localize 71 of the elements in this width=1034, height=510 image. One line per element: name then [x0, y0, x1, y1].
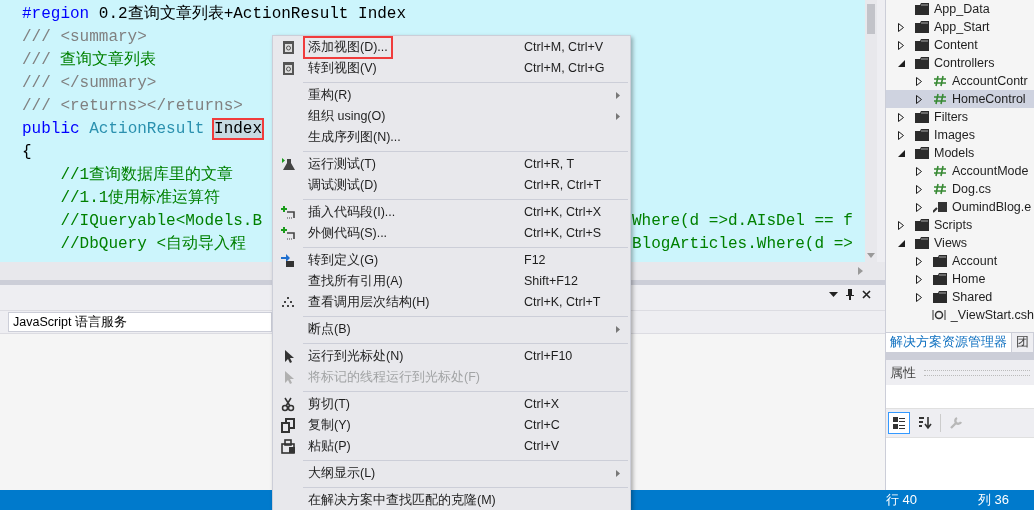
- column-number: 列 36: [978, 491, 1010, 510]
- code-token: //DbQuery <自动导入程: [59, 235, 247, 253]
- tree-item-label: Account: [952, 252, 998, 270]
- tree-item-label: Shared: [952, 288, 993, 306]
- shortcut-text: F12: [524, 252, 546, 270]
- code-token: #region: [22, 5, 90, 23]
- shortcut-text: Ctrl+V: [524, 438, 560, 456]
- tree-item-label: OumindBlog.e: [952, 198, 1032, 216]
- tree-item-label: AccountContr: [952, 72, 1028, 90]
- panel-title: 属性: [890, 363, 916, 382]
- menu-label: 生成序列图(N)...: [307, 129, 402, 146]
- menu-label: 添加视图(D)...: [303, 36, 393, 59]
- code-token: /// <returns></returns>: [22, 97, 243, 115]
- menu-label: 断点(B): [307, 321, 352, 338]
- tree-item-label: Scripts: [934, 216, 973, 234]
- tree-item-label: Home: [952, 270, 986, 288]
- shortcut-text: Ctrl+M, Ctrl+V: [524, 39, 604, 57]
- shortcut-text: Ctrl+X: [524, 396, 560, 414]
- line-number: 行 40: [886, 491, 919, 510]
- shortcut-text: Shift+F12: [524, 273, 578, 291]
- menu-label: 粘贴(P): [307, 438, 352, 455]
- menu-label: 转到视图(V): [307, 60, 378, 77]
- shortcut-text: Ctrl+M, Ctrl+G: [524, 60, 605, 78]
- code-token: 查询文章列表: [60, 51, 157, 69]
- menu-label: 重构(R): [307, 87, 353, 104]
- code-token: /// <summary>: [22, 28, 147, 46]
- tree-item-label: Filters: [934, 108, 969, 126]
- menu-label: 运行到光标处(N): [307, 348, 405, 365]
- tree-item-label: App_Start: [934, 18, 990, 36]
- menu-label: 查看调用层次结构(H): [307, 294, 431, 311]
- code-token: BlogArticles.Where(d =>: [632, 234, 853, 255]
- tree-item-label: Views: [934, 234, 968, 252]
- menu-label: 剪切(T): [307, 396, 351, 413]
- tree-item-label: HomeControl: [952, 90, 1026, 108]
- menu-label: 调试测试(D): [307, 177, 379, 194]
- tree-item-label: Content: [934, 36, 978, 54]
- shortcut-text: Ctrl+K, Ctrl+X: [524, 204, 602, 222]
- menu-label: 运行测试(T): [307, 156, 377, 173]
- menu-label: 转到定义(G): [307, 252, 380, 269]
- menu-label: 组织 using(O): [307, 108, 387, 125]
- tree-item-label: Models: [934, 144, 975, 162]
- tree-item-label: AccountMode: [952, 162, 1029, 180]
- code-token: //IQueryable<Models.B: [59, 212, 263, 230]
- shortcut-text: Ctrl+K, Ctrl+S: [524, 225, 602, 243]
- code-token: public: [22, 120, 81, 138]
- tree-item-label: Images: [934, 126, 975, 144]
- shortcut-text: Ctrl+K, Ctrl+T: [524, 294, 601, 312]
- menu-label: 查找所有引用(A): [307, 273, 404, 290]
- shortcut-text: Ctrl+F10: [524, 348, 573, 366]
- tree-item-label: App_Data: [934, 0, 990, 18]
- shortcut-text: Ctrl+R, Ctrl+T: [524, 177, 602, 195]
- code-token: /// </summary>: [22, 74, 157, 92]
- tree-item-label: Dog.cs: [952, 180, 991, 198]
- code-token: 0.2查询文章列表+ActionResult Index: [97, 5, 407, 23]
- menu-label: 在解决方案中查找匹配的克隆(M): [307, 492, 497, 509]
- menu-label: 复制(Y): [307, 417, 352, 434]
- menu-label: 将标记的线程运行到光标处(F): [307, 369, 481, 386]
- menu-label: 外侧代码(S)...: [307, 225, 389, 242]
- menu-label: 大纲显示(L): [307, 465, 377, 482]
- highlighted-code-token: Index: [214, 120, 263, 138]
- code-token: Where(d =>d.AIsDel == f: [632, 211, 853, 232]
- tree-item-label: Controllers: [934, 54, 995, 72]
- shortcut-text: Ctrl+C: [524, 417, 560, 435]
- code-token: {: [22, 143, 32, 161]
- code-token: //1查询数据库里的文章: [59, 166, 234, 184]
- menu-label: 插入代码段(I)...: [307, 204, 397, 221]
- code-token: ///: [22, 51, 52, 69]
- shortcut-text: Ctrl+R, T: [524, 156, 575, 174]
- code-token: ActionResult: [89, 120, 206, 138]
- code-token: //1.1使用标准运算符: [59, 189, 221, 207]
- tree-item-label: _ViewStart.csh: [950, 306, 1034, 324]
